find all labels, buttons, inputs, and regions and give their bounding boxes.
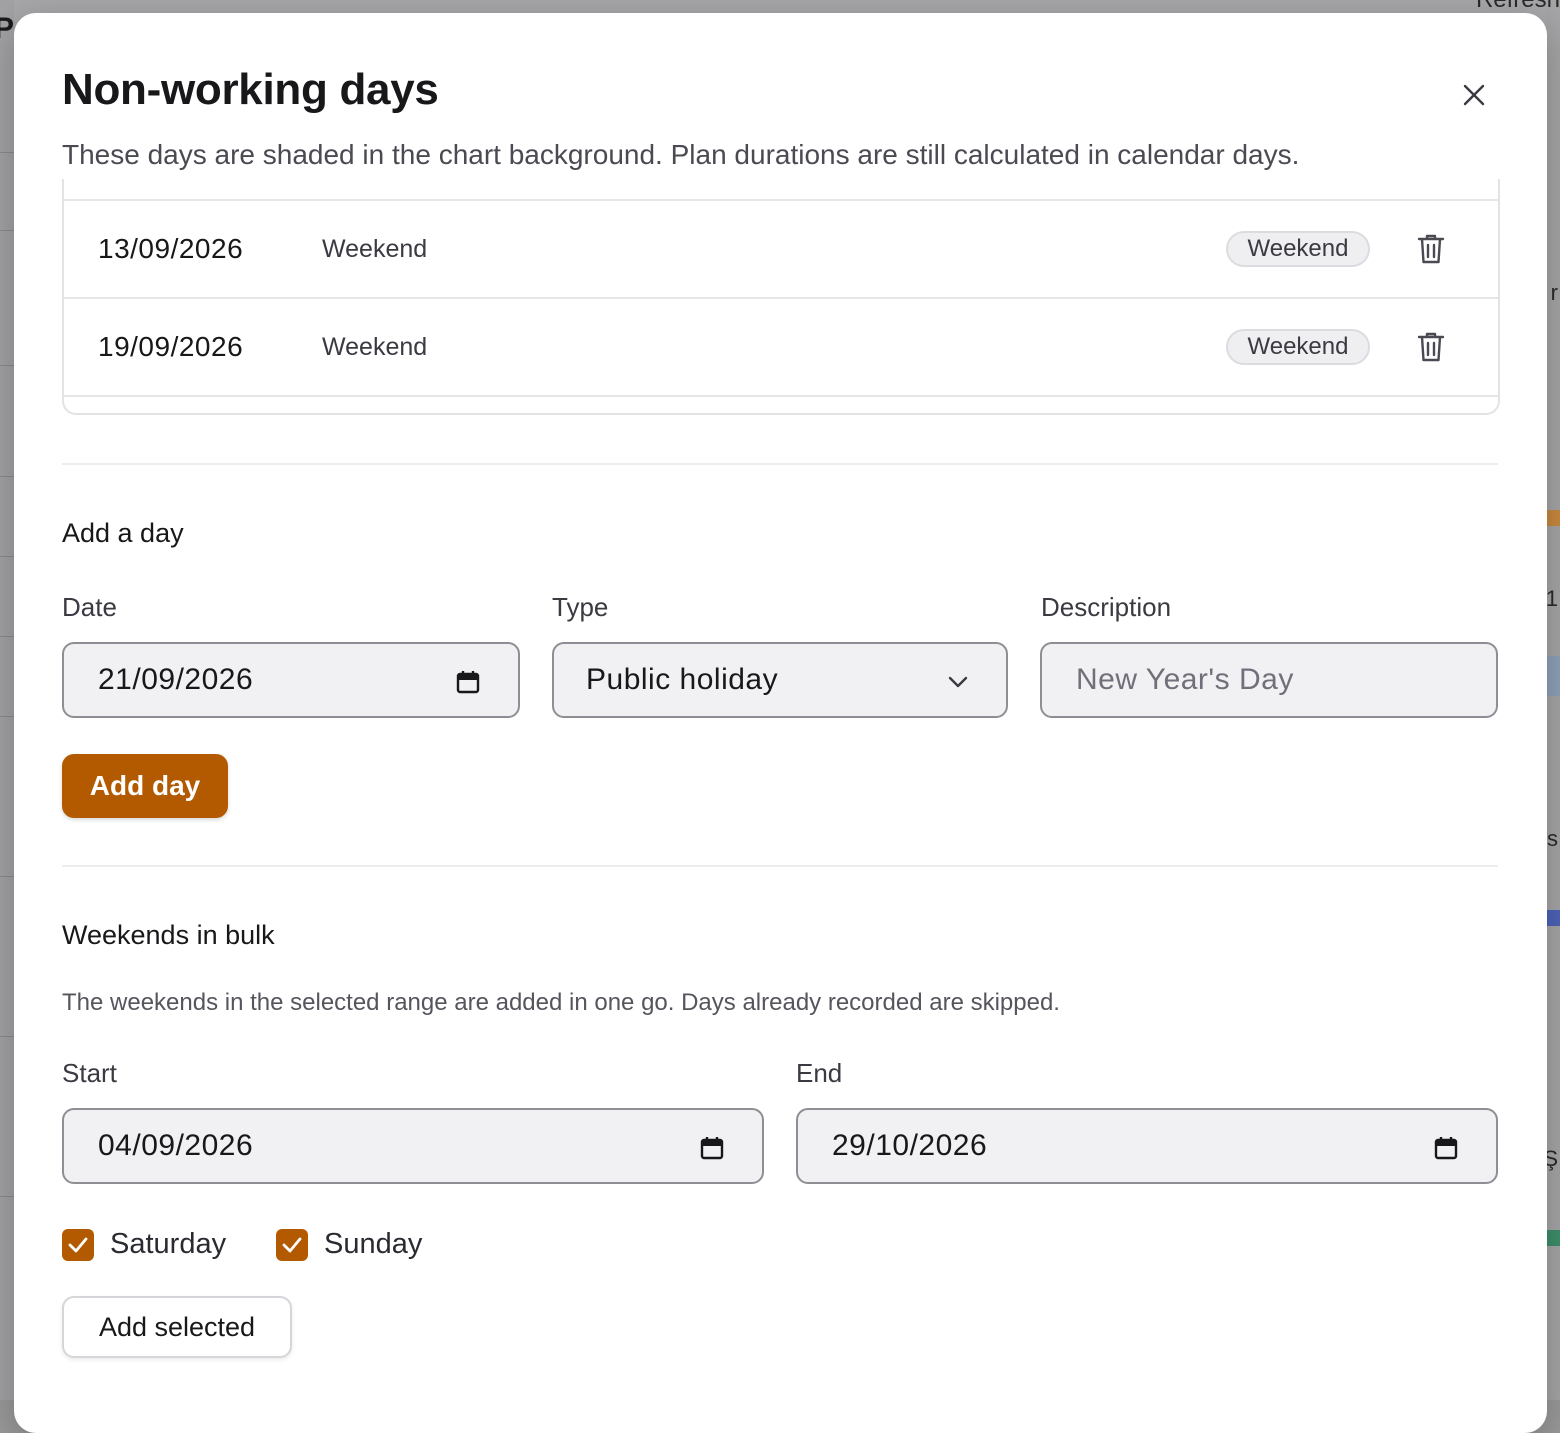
background-divider xyxy=(0,716,14,717)
type-label: Type xyxy=(552,592,609,622)
saturday-label: Saturday xyxy=(110,1228,227,1260)
calendar-icon[interactable] xyxy=(454,668,482,696)
non-working-days-modal: Non-working days These days are shaded i… xyxy=(14,13,1547,1433)
background-divider xyxy=(0,1196,14,1197)
add-selected-button[interactable]: Add selected xyxy=(62,1296,292,1358)
delete-day-button[interactable] xyxy=(1416,233,1446,265)
sunday-checkbox[interactable]: Sunday xyxy=(276,1228,422,1261)
day-date: 13/09/2026 xyxy=(98,233,244,264)
checkbox-checked[interactable] xyxy=(62,1228,94,1261)
close-button[interactable] xyxy=(1456,77,1492,113)
chevron-down-icon xyxy=(948,676,968,688)
section-divider xyxy=(62,463,1498,465)
background-left-strip: P xyxy=(0,0,14,1400)
delete-day-button[interactable] xyxy=(1416,331,1446,363)
date-label: Date xyxy=(62,592,117,622)
day-date: 19/09/2026 xyxy=(98,331,244,362)
background-divider xyxy=(0,1036,14,1037)
background-divider xyxy=(0,476,14,477)
calendar-icon[interactable] xyxy=(698,1134,726,1162)
background-divider xyxy=(0,556,14,557)
bulk-helper-text: The weekends in the selected range are a… xyxy=(62,989,1060,1016)
background-title-fragment: P xyxy=(0,12,15,45)
start-date-value: 04/09/2026 xyxy=(98,1129,254,1162)
close-icon xyxy=(1463,84,1485,106)
checkmark-icon xyxy=(68,1237,88,1252)
background-gantt-bar xyxy=(1546,656,1560,696)
background-divider xyxy=(0,636,14,637)
checkmark-icon xyxy=(282,1237,302,1252)
background-divider xyxy=(0,152,14,153)
add-day-heading: Add a day xyxy=(62,518,184,548)
description-label: Description xyxy=(1041,592,1172,622)
background-text-fragment: s xyxy=(1547,826,1558,851)
description-placeholder: New Year's Day xyxy=(1076,663,1294,696)
description-input[interactable]: New Year's Day xyxy=(1040,642,1498,718)
section-divider xyxy=(62,865,1498,867)
modal-title: Non-working days xyxy=(62,65,439,114)
list-item: 19/09/2026 Weekend Weekend xyxy=(64,297,1498,395)
day-description: Weekend xyxy=(322,235,428,263)
background-divider xyxy=(0,365,14,366)
background-text-fragment: 1 xyxy=(1545,586,1558,611)
end-date-value: 29/10/2026 xyxy=(832,1129,988,1162)
date-input[interactable]: 21/09/2026 xyxy=(62,642,520,718)
start-label: Start xyxy=(62,1058,117,1088)
type-select[interactable]: Public holiday xyxy=(552,642,1008,718)
calendar-icon[interactable] xyxy=(1432,1134,1460,1162)
background-divider xyxy=(0,876,14,877)
type-select-value: Public holiday xyxy=(586,663,779,696)
start-date-input[interactable]: 04/09/2026 xyxy=(62,1108,764,1184)
days-list[interactable]: 13/09/2026 Weekend Weekend 19/09/2026 We… xyxy=(62,179,1500,415)
background-gantt-bar xyxy=(1546,510,1560,526)
trash-icon xyxy=(1417,234,1445,264)
add-day-button[interactable]: Add day xyxy=(62,754,228,818)
sunday-label: Sunday xyxy=(324,1228,423,1260)
day-type-badge: Weekend xyxy=(1226,329,1370,365)
saturday-checkbox[interactable]: Saturday xyxy=(62,1228,226,1261)
background-right-strip: r 1 s Ş xyxy=(1543,0,1560,1400)
day-type-badge: Weekend xyxy=(1226,231,1370,267)
background-text-fragment: r xyxy=(1550,280,1558,305)
checkbox-checked[interactable] xyxy=(276,1228,308,1261)
trash-icon xyxy=(1417,332,1445,362)
day-description: Weekend xyxy=(322,333,428,361)
end-label: End xyxy=(796,1058,843,1088)
background-gantt-bar xyxy=(1546,910,1560,926)
background-refresh-label: Refresh xyxy=(1476,0,1560,14)
bulk-heading: Weekends in bulk xyxy=(62,920,275,950)
list-item: 13/09/2026 Weekend Weekend xyxy=(64,199,1498,297)
modal-subtitle: These days are shaded in the chart backg… xyxy=(62,139,1300,170)
end-date-input[interactable]: 29/10/2026 xyxy=(796,1108,1498,1184)
background-gantt-bar xyxy=(1546,1230,1560,1246)
list-item xyxy=(64,395,1498,413)
date-input-value: 21/09/2026 xyxy=(98,663,254,696)
background-divider xyxy=(0,230,14,231)
